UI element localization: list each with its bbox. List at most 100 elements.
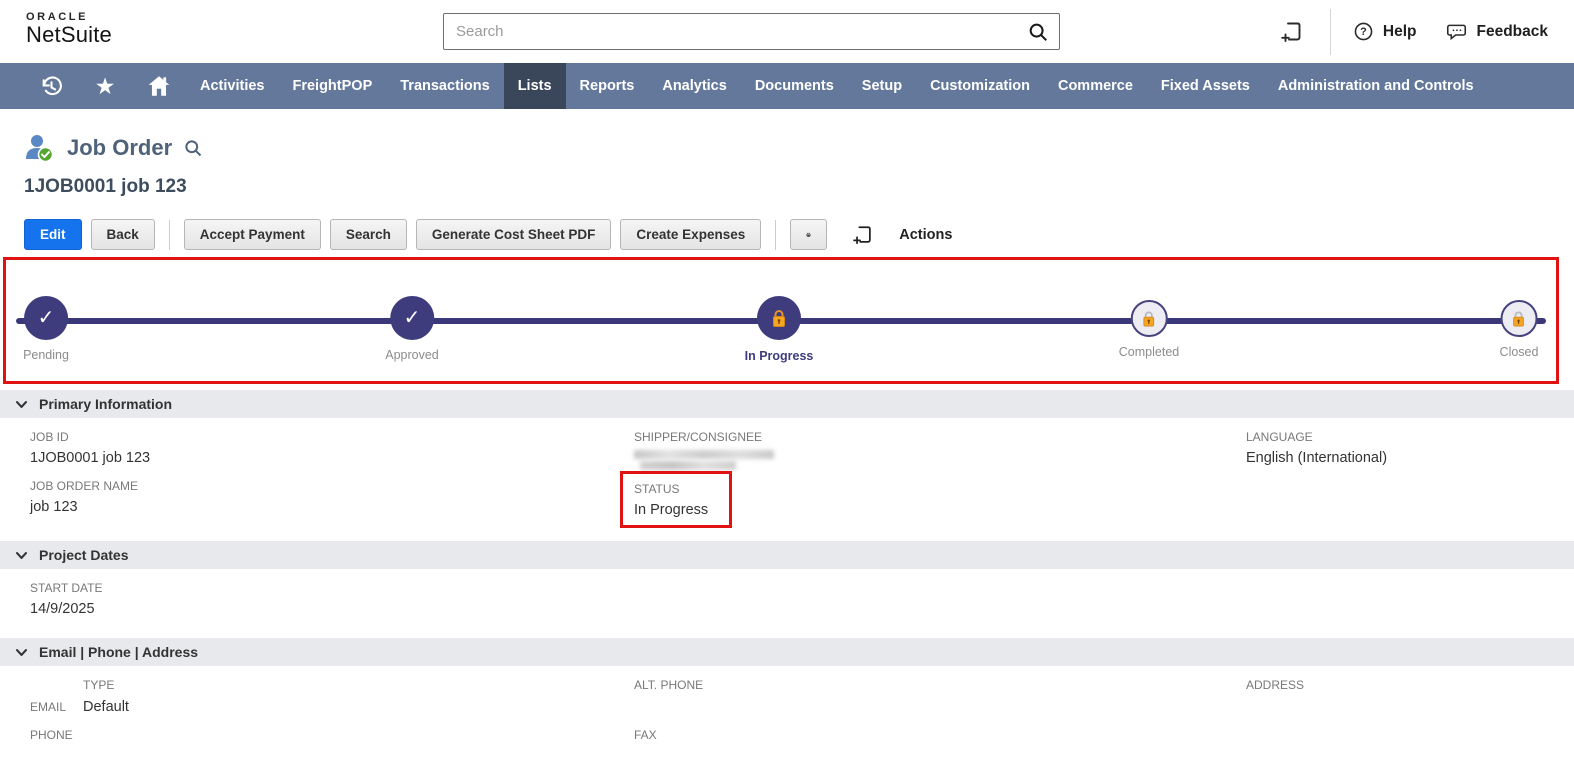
nav-item-analytics[interactable]: Analytics — [648, 63, 740, 109]
field-label: ALT. PHONE — [634, 678, 703, 692]
workflow-step-label: Completed — [1119, 345, 1179, 359]
workflow-step-pending-circle[interactable]: ✓ — [24, 296, 68, 340]
field-value: 1JOB0001 job 123 — [30, 449, 634, 467]
shortcuts-star-icon[interactable]: ★ — [78, 63, 132, 109]
field-label: JOB ID — [30, 430, 634, 445]
nav-item-setup[interactable]: Setup — [848, 63, 916, 109]
workflow-step-label: Approved — [385, 348, 439, 362]
recents-icon[interactable] — [24, 63, 78, 109]
workflow-step-pending: ✓ Pending — [23, 296, 69, 362]
home-icon[interactable] — [132, 63, 186, 109]
global-header: ORACLE NetSuite ? Help Feedback — [0, 0, 1574, 63]
pin-record-icon[interactable] — [852, 224, 874, 246]
field-value: 14/9/2025 — [30, 600, 634, 618]
workflow-step-in-progress-circle[interactable] — [757, 296, 801, 340]
back-button[interactable]: Back — [91, 219, 155, 250]
type-column-header: TYPE — [83, 678, 114, 692]
print-button[interactable] — [790, 219, 827, 250]
check-icon: ✓ — [404, 308, 421, 328]
workflow-step-completed: Completed — [1119, 296, 1179, 359]
workflow-step-approved-circle[interactable]: ✓ — [390, 296, 434, 340]
workflow-step-closed-circle[interactable] — [1500, 300, 1537, 337]
search-icon[interactable] — [1027, 21, 1049, 43]
feedback-button[interactable]: Feedback — [1446, 21, 1548, 42]
redacted-value — [634, 450, 1246, 470]
primary-information-fields: JOB ID 1JOB0001 job 123 JOB ORDER NAME j… — [0, 418, 1574, 535]
chevron-down-icon — [15, 398, 28, 411]
printer-icon — [806, 225, 811, 245]
global-search-input[interactable] — [444, 14, 1027, 49]
nav-item-transactions[interactable]: Transactions — [386, 63, 503, 109]
nav-item-administration-and-controls[interactable]: Administration and Controls — [1264, 63, 1488, 109]
check-icon: ✓ — [38, 308, 55, 328]
nav-item-freightpop[interactable]: FreightPOP — [278, 63, 386, 109]
field-label: SHIPPER/CONSIGNEE — [634, 430, 1246, 445]
record-title-row: Job Order — [24, 133, 203, 163]
actions-menu[interactable]: Actions — [899, 227, 952, 243]
help-button[interactable]: ? Help — [1353, 21, 1417, 42]
netsuite-wordmark: NetSuite — [26, 22, 112, 48]
workflow-step-label: Closed — [1500, 345, 1539, 359]
field-label: ADDRESS — [1246, 678, 1304, 692]
main-nav: ★ Activities FreightPOP Transactions Lis… — [0, 63, 1574, 109]
header-divider — [1330, 9, 1331, 55]
record-search-icon[interactable] — [183, 138, 203, 158]
help-label: Help — [1383, 23, 1417, 41]
lock-icon — [1511, 310, 1527, 328]
svg-text:?: ? — [1360, 26, 1367, 38]
field-language: LANGUAGE English (International) — [1246, 430, 1574, 467]
field-label: START DATE — [30, 581, 634, 596]
generate-cost-sheet-pdf-button[interactable]: Generate Cost Sheet PDF — [416, 219, 612, 250]
lock-icon — [1141, 310, 1157, 328]
lock-icon — [770, 309, 788, 328]
workflow-step-completed-circle[interactable] — [1130, 300, 1167, 337]
feedback-icon — [1446, 21, 1467, 42]
field-label: FAX — [634, 728, 657, 742]
contact-fields: TYPE EMAIL Default PHONE ALT. PHONE FAX … — [0, 666, 1574, 764]
workflow-step-closed: Closed — [1500, 296, 1539, 359]
nav-item-documents[interactable]: Documents — [741, 63, 848, 109]
nav-item-activities[interactable]: Activities — [186, 63, 278, 109]
field-label: PHONE — [30, 728, 73, 742]
field-fax: FAX — [634, 726, 1246, 744]
record-name: 1JOB0001 job 123 — [24, 176, 187, 198]
project-dates-fields: START DATE 14/9/2025 — [0, 569, 1574, 634]
record-body: Primary Information JOB ID 1JOB0001 job … — [0, 390, 1574, 764]
feedback-label: Feedback — [1476, 23, 1548, 41]
create-expenses-button[interactable]: Create Expenses — [620, 219, 761, 250]
field-label: EMAIL — [30, 700, 78, 715]
section-title: Email | Phone | Address — [39, 644, 198, 660]
section-email-phone-address[interactable]: Email | Phone | Address — [0, 638, 1574, 666]
field-value: job 123 — [30, 498, 634, 516]
section-title: Primary Information — [39, 396, 172, 412]
edit-button[interactable]: Edit — [24, 219, 82, 250]
job-order-record-icon — [24, 133, 56, 163]
search-button[interactable]: Search — [330, 219, 407, 250]
accept-payment-button[interactable]: Accept Payment — [184, 219, 321, 250]
field-label: STATUS — [634, 482, 1246, 497]
section-primary-information[interactable]: Primary Information — [0, 390, 1574, 418]
pin-page-icon[interactable] — [1280, 20, 1304, 44]
field-job-order-name: JOB ORDER NAME job 123 — [30, 479, 634, 516]
field-email: EMAIL Default — [30, 698, 634, 716]
help-icon: ? — [1353, 21, 1374, 42]
nav-item-fixed-assets[interactable]: Fixed Assets — [1147, 63, 1264, 109]
nav-item-commerce[interactable]: Commerce — [1044, 63, 1147, 109]
section-project-dates[interactable]: Project Dates — [0, 541, 1574, 569]
annotation-box-workflow: ✓ Pending ✓ Approved In Progress Complet… — [3, 257, 1559, 384]
field-status: STATUS In Progress — [634, 482, 1246, 519]
nav-item-customization[interactable]: Customization — [916, 63, 1044, 109]
global-search — [443, 13, 1060, 50]
field-address: ADDRESS — [1246, 676, 1574, 694]
chevron-down-icon — [15, 646, 28, 659]
toolbar-divider — [775, 220, 776, 250]
field-start-date: START DATE 14/9/2025 — [30, 581, 634, 618]
workflow-step-label: In Progress — [743, 348, 815, 364]
nav-item-reports[interactable]: Reports — [566, 63, 649, 109]
status-value: In Progress — [634, 501, 1246, 519]
page-title: Job Order — [67, 135, 172, 161]
nav-item-lists[interactable]: Lists — [504, 63, 566, 109]
netsuite-logo[interactable]: ORACLE NetSuite — [26, 11, 112, 48]
field-value: English (International) — [1246, 449, 1574, 467]
field-label: JOB ORDER NAME — [30, 479, 634, 494]
